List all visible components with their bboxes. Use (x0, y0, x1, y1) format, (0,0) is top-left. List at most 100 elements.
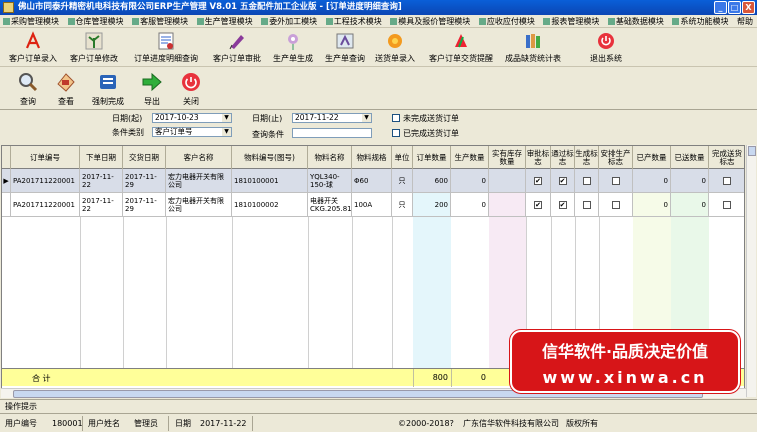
main-toolbar: 客户订单录入 客户订单修改 订单进度明细查询 客户订单审批 生产单生成 生产单查… (0, 29, 757, 67)
delivery-reminder-button[interactable]: 客户订单交货提醒 (424, 31, 498, 65)
done-checkbox[interactable] (723, 201, 731, 209)
menu-receivable-payable[interactable]: 应收应付模块 (476, 15, 538, 28)
table-header: 订单编号 下单日期 交货日期 客户名称 物料编号(图号) 物料名称 物料规格 单… (2, 146, 744, 169)
generate-checkbox[interactable] (582, 177, 591, 185)
col-header[interactable]: 下单日期 (80, 146, 123, 169)
pass-flag-cell[interactable]: ✔ (551, 193, 575, 217)
generate-flag-cell[interactable] (575, 169, 599, 193)
close-button[interactable]: 关闭 (174, 71, 208, 108)
menu-system[interactable]: 系统功能模块 (669, 15, 731, 28)
col-header[interactable]: 订单数量 (413, 146, 451, 169)
pen-icon (229, 35, 244, 50)
order-approve-button[interactable]: 客户订单审批 (206, 31, 268, 65)
finished-delivery-checkbox[interactable] (392, 129, 400, 137)
menu-warehouse[interactable]: 仓库管理模块 (65, 15, 127, 28)
col-header[interactable]: 物料规格 (352, 146, 392, 169)
col-header[interactable]: 单位 (392, 146, 413, 169)
col-header[interactable]: 已送数量 (671, 146, 709, 169)
menu-help[interactable]: 帮助 (734, 15, 756, 28)
approve-checkbox[interactable]: ✔ (534, 177, 542, 185)
col-header[interactable]: 生成标志 (575, 146, 599, 169)
order-progress-query-button[interactable]: 订单进度明细查询 (130, 31, 202, 65)
unfinished-delivery-checkbox[interactable] (392, 114, 400, 122)
col-header[interactable]: 实有库存数量 (489, 146, 526, 169)
menu-production[interactable]: 生产管理模块 (194, 15, 256, 28)
export-button[interactable]: 导出 (135, 71, 169, 108)
generate-checkbox[interactable] (582, 201, 591, 209)
shortage-report-button[interactable]: 成品缺货统计表 (500, 31, 566, 65)
done-checkbox[interactable] (723, 177, 731, 185)
menu-purchase[interactable]: 采购管理模块 (0, 15, 62, 28)
query-condition-input[interactable] (292, 128, 372, 138)
arrange-checkbox[interactable] (611, 201, 620, 209)
user-no-value: 180001 (52, 419, 83, 428)
view-button[interactable]: 查看 (49, 71, 83, 108)
grid-line (123, 217, 124, 368)
order-entry-button[interactable]: 客户订单录入 (6, 31, 60, 65)
table-row[interactable]: ▶ PA201711220001 2017-11-22 2017-11-29 宏… (2, 169, 744, 193)
date-to-input[interactable]: 2017-11-22 ▼ (292, 113, 372, 123)
customer-cell: 宏力电器开关有限公司 (166, 193, 232, 217)
menu-engineering[interactable]: 工程技术模块 (323, 15, 385, 28)
promo-url: www.xinwa.cn (542, 368, 708, 387)
query-button[interactable]: 查询 (11, 71, 45, 108)
done-flag-cell[interactable] (709, 169, 744, 193)
generate-flag-cell[interactable] (575, 193, 599, 217)
arrange-flag-cell[interactable] (599, 193, 633, 217)
arrange-checkbox[interactable] (611, 177, 620, 185)
approve-checkbox[interactable]: ✔ (534, 201, 542, 209)
menu-base-data[interactable]: 基础数据模块 (605, 15, 667, 28)
grid-line (232, 217, 233, 368)
order-qty-cell: 200 (413, 193, 451, 217)
date-from-input[interactable]: 2017-10-23 ▼ (152, 113, 232, 123)
approve-flag-cell[interactable]: ✔ (526, 169, 551, 193)
module-icon (390, 18, 398, 25)
vertical-scrollbar[interactable] (746, 145, 756, 397)
delivery-entry-button[interactable]: 送货单录入 (372, 31, 418, 65)
pass-checkbox[interactable]: ✔ (558, 201, 567, 209)
module-icon (261, 18, 269, 25)
chevron-down-icon[interactable]: ▼ (362, 114, 371, 122)
menu-mold-quote[interactable]: 模具及报价管理模块 (387, 15, 473, 28)
col-header[interactable]: 审批标志 (526, 146, 551, 169)
pass-flag-cell[interactable]: ✔ (551, 169, 575, 193)
category-select[interactable]: 客户订单号 ▼ (152, 127, 232, 137)
chevron-down-icon[interactable]: ▼ (222, 114, 231, 122)
close-window-button[interactable]: X (742, 1, 755, 14)
approve-flag-cell[interactable]: ✔ (526, 193, 551, 217)
col-header[interactable]: 已产数量 (633, 146, 671, 169)
production-order-generate-button[interactable]: 生产单生成 (268, 31, 318, 65)
arrange-flag-cell[interactable] (599, 169, 633, 193)
col-header[interactable]: 物料名称 (308, 146, 352, 169)
material-name-cell: 电器开关 CKG.205.816 (308, 193, 352, 217)
user-name-label: 用户姓名 (88, 419, 120, 428)
pass-checkbox[interactable]: ✔ (558, 177, 567, 185)
menu-reports[interactable]: 报表管理模块 (540, 15, 602, 28)
minimize-button[interactable]: _ (714, 1, 727, 14)
unit-cell: 只 (392, 169, 413, 193)
col-header[interactable]: 生产数量 (451, 146, 489, 169)
done-flag-cell[interactable] (709, 193, 744, 217)
col-header[interactable]: 订单编号 (11, 146, 80, 169)
chevron-down-icon[interactable]: ▼ (222, 128, 231, 136)
col-header[interactable]: 通过标志 (551, 146, 575, 169)
maximize-button[interactable]: □ (728, 1, 741, 14)
menu-customer-service[interactable]: 客服管理模块 (129, 15, 191, 28)
force-complete-button[interactable]: 强制完成 (88, 71, 128, 108)
grid-line (80, 217, 81, 368)
promo-banner: 信华软件·品质决定价值 www.xinwa.cn (510, 330, 740, 393)
col-header[interactable]: 物料编号(图号) (232, 146, 308, 169)
table-row[interactable]: PA201711220001 2017-11-22 2017-11-29 宏力电… (2, 193, 744, 217)
col-header[interactable]: 完成送货标志 (709, 146, 744, 169)
col-header[interactable]: 安排生产标志 (599, 146, 633, 169)
col-header[interactable]: 客户名称 (166, 146, 232, 169)
production-order-query-button[interactable]: 生产单查询 (320, 31, 370, 65)
query-condition-label: 查询条件 (252, 130, 284, 139)
scroll-up-icon[interactable] (748, 146, 756, 156)
col-header[interactable]: 交货日期 (123, 146, 166, 169)
order-edit-button[interactable]: 客户订单修改 (64, 31, 124, 65)
menu-outsourcing[interactable]: 委外加工模块 (258, 15, 320, 28)
status-bar: 用户编号 180001 用户姓名 管理员 日期 2017-11-22 ©2000… (0, 413, 757, 432)
books-icon (526, 34, 540, 48)
exit-system-button[interactable]: 退出系统 (584, 31, 628, 65)
